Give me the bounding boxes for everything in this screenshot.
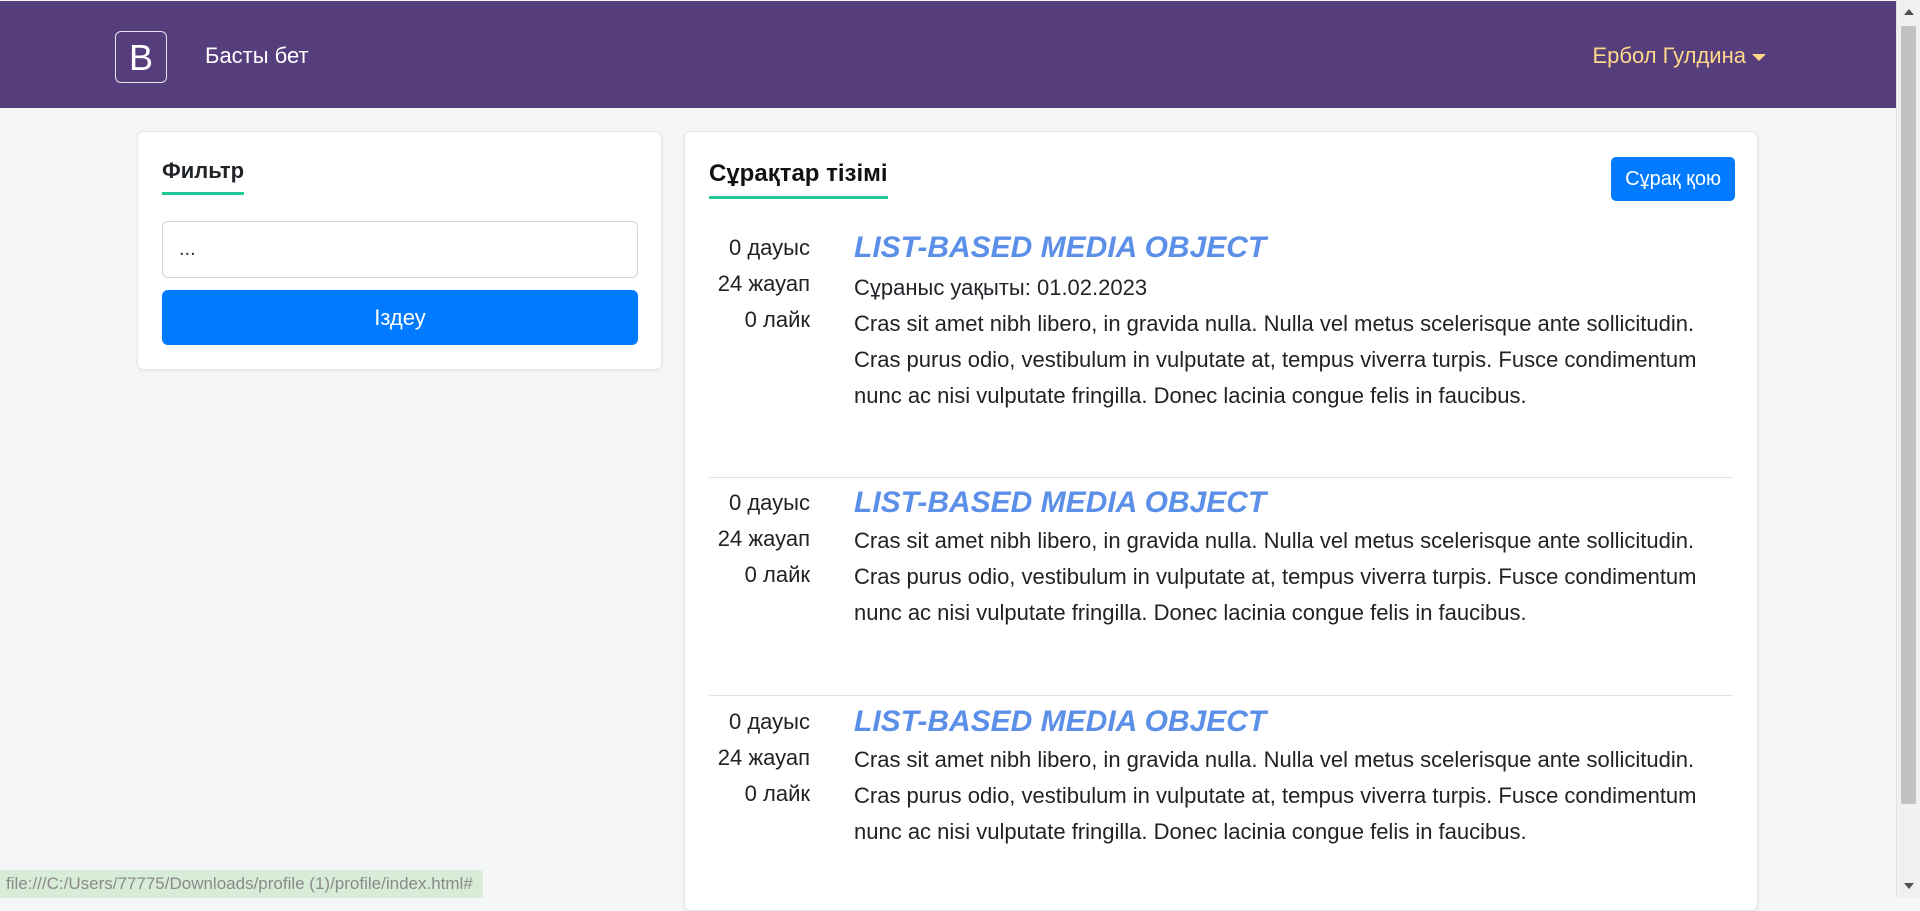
caret-down-icon	[1752, 53, 1766, 61]
questions-title: Сұрақтар тізімі	[709, 160, 888, 199]
status-bar-url: file:///C:/Users/77775/Downloads/profile…	[0, 870, 483, 898]
question-body: LIST-BASED MEDIA OBJECT Cras sit amet ni…	[854, 704, 1724, 850]
ask-question-button[interactable]: Сұрақ қою	[1611, 157, 1735, 201]
scrollbar-thumb[interactable]	[1901, 26, 1916, 804]
filter-title: Фильтр	[162, 158, 245, 195]
filter-card: Фильтр Іздеу	[137, 131, 662, 370]
question-title-link[interactable]: LIST-BASED MEDIA OBJECT	[854, 483, 1724, 523]
scroll-down-arrow-icon[interactable]	[1904, 883, 1914, 889]
vertical-scrollbar[interactable]	[1896, 0, 1920, 898]
question-body: LIST-BASED MEDIA OBJECT Сұраныс уақыты: …	[854, 230, 1724, 414]
item-divider	[709, 695, 1733, 696]
search-button[interactable]: Іздеу	[162, 290, 638, 345]
question-date: Сұраныс уақыты: 01.02.2023	[854, 275, 1148, 300]
question-body: LIST-BASED MEDIA OBJECT Cras sit amet ni…	[854, 485, 1724, 631]
search-input[interactable]	[162, 221, 638, 278]
question-item: 0 дауыс 24 жауап 0 лайк LIST-BASED MEDIA…	[709, 704, 1733, 894]
answers-count: 24 жауап	[717, 271, 810, 296]
nav-home-link[interactable]: Басты бет	[205, 43, 309, 69]
brand-logo[interactable]: B	[115, 31, 167, 83]
answers-count: 24 жауап	[717, 745, 810, 770]
question-item: 0 дауыс 24 жауап 0 лайк LIST-BASED MEDIA…	[709, 230, 1733, 456]
question-item: 0 дауыс 24 жауап 0 лайк LIST-BASED MEDIA…	[709, 485, 1733, 675]
votes-count: 0 дауыс	[729, 490, 810, 515]
likes-count: 0 лайк	[744, 781, 810, 806]
questions-card: Сұрақтар тізімі Сұрақ қою 0 дауыс 24 жау…	[684, 131, 1758, 911]
votes-count: 0 дауыс	[729, 235, 810, 260]
question-text: Cras sit amet nibh libero, in gravida nu…	[854, 311, 1697, 408]
question-stats: 0 дауыс 24 жауап 0 лайк	[709, 704, 810, 812]
item-divider	[709, 477, 1733, 478]
likes-count: 0 лайк	[744, 562, 810, 587]
user-name: Ербол Гулдина	[1592, 43, 1746, 68]
answers-count: 24 жауап	[717, 526, 810, 551]
question-stats: 0 дауыс 24 жауап 0 лайк	[709, 230, 810, 338]
scroll-up-arrow-icon[interactable]	[1904, 9, 1914, 15]
likes-count: 0 лайк	[744, 307, 810, 332]
question-text: Cras sit amet nibh libero, in gravida nu…	[854, 747, 1697, 844]
question-title-link[interactable]: LIST-BASED MEDIA OBJECT	[854, 702, 1724, 742]
question-title-link[interactable]: LIST-BASED MEDIA OBJECT	[854, 228, 1724, 268]
votes-count: 0 дауыс	[729, 709, 810, 734]
user-menu-dropdown[interactable]: Ербол Гулдина	[1592, 43, 1766, 69]
question-stats: 0 дауыс 24 жауап 0 лайк	[709, 485, 810, 593]
top-navbar: B Басты бет Ербол Гулдина	[0, 1, 1896, 108]
question-text: Cras sit amet nibh libero, in gravida nu…	[854, 528, 1697, 625]
